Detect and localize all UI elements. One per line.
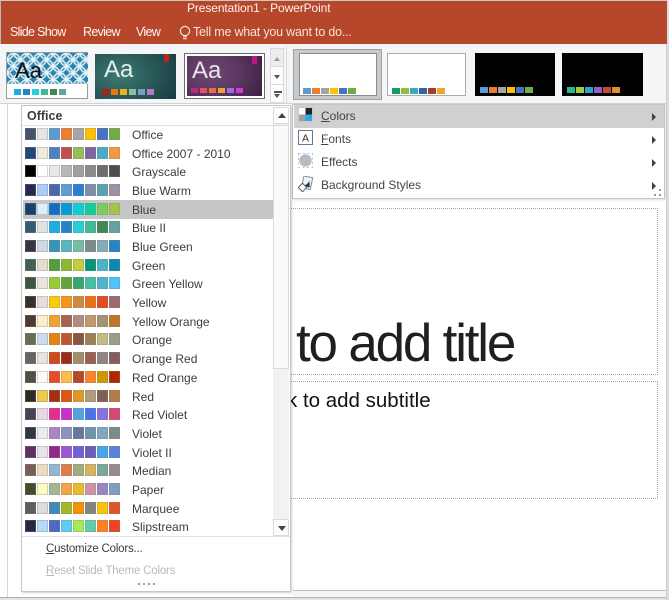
svg-text:A: A	[301, 133, 308, 145]
